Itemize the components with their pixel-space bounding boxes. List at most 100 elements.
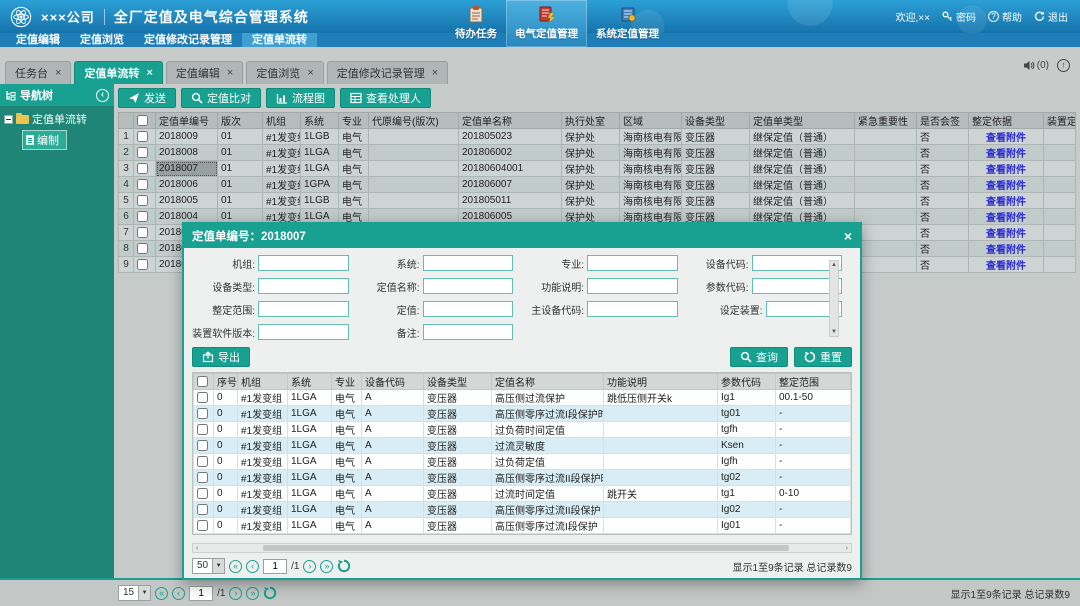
table-row[interactable]: 0 #1发变组 1LGA 电气 A 变压器 高压侧零序过流II段保护时间 tg0…: [194, 470, 851, 486]
page-size-select[interactable]: 50 ▼: [192, 558, 225, 574]
form-field-input[interactable]: [423, 255, 514, 271]
next-page-button[interactable]: ›: [229, 587, 242, 600]
flowchart-button[interactable]: 流程图: [266, 88, 335, 108]
page-size-select[interactable]: 15 ▼: [118, 585, 151, 601]
next-page-button[interactable]: ›: [303, 560, 316, 573]
view-attachment-link[interactable]: 查看附件: [972, 241, 1040, 256]
row-checkbox[interactable]: [197, 408, 208, 419]
first-page-button[interactable]: «: [229, 560, 242, 573]
module-system-setting[interactable]: 系统定值管理: [587, 0, 668, 47]
last-page-button[interactable]: »: [246, 587, 259, 600]
refresh-button[interactable]: [337, 559, 351, 573]
view-attachment-link[interactable]: 查看附件: [972, 257, 1040, 272]
send-button[interactable]: 发送: [118, 88, 176, 108]
logout-link[interactable]: 退出: [1034, 9, 1068, 24]
scroll-right-icon[interactable]: ›: [846, 545, 848, 552]
table-row[interactable]: 0 #1发变组 1LGA 电气 A 变压器 过负荷定值 Igfh -: [194, 454, 851, 470]
form-field-input[interactable]: [258, 324, 349, 340]
table-row[interactable]: 3 2018007 01 #1发变组 1LGA 电气 20180604001 保…: [119, 161, 1076, 177]
collapse-sidebar-icon[interactable]: ‹: [96, 89, 109, 102]
table-row[interactable]: 0 #1发变组 1LGA 电气 A 变压器 过流灵敏度 Ksen -: [194, 438, 851, 454]
prev-page-button[interactable]: ‹: [172, 587, 185, 600]
row-checkbox[interactable]: [197, 504, 208, 515]
row-checkbox[interactable]: [137, 211, 148, 222]
expand-icon[interactable]: ↑: [1057, 59, 1070, 72]
tree-node-compile[interactable]: 编制: [22, 130, 67, 150]
reset-button[interactable]: 重置: [794, 347, 852, 367]
table-row[interactable]: 2 2018008 01 #1发变组 1LGA 电气 201806002 保护处…: [119, 145, 1076, 161]
row-checkbox[interactable]: [197, 392, 208, 403]
view-attachment-link[interactable]: 查看附件: [972, 193, 1040, 208]
row-checkbox[interactable]: [197, 456, 208, 467]
row-checkbox[interactable]: [197, 440, 208, 451]
horizontal-scrollbar[interactable]: ‹ ›: [192, 543, 852, 553]
view-attachment-link[interactable]: 查看附件: [972, 225, 1040, 240]
tree-expander-icon[interactable]: [4, 115, 13, 124]
form-scrollbar[interactable]: ▲ ▼: [829, 260, 839, 337]
form-field-input[interactable]: [423, 278, 514, 294]
table-row[interactable]: 1 2018009 01 #1发变组 1LGB 电气 201805023 保护处…: [119, 129, 1076, 145]
row-checkbox[interactable]: [197, 472, 208, 483]
tab[interactable]: 定值修改记录管理 ×: [327, 61, 448, 84]
row-checkbox[interactable]: [137, 147, 148, 158]
view-attachment-link[interactable]: 查看附件: [972, 209, 1040, 224]
select-all-checkbox[interactable]: [197, 376, 208, 387]
form-field-input[interactable]: [423, 301, 514, 317]
row-checkbox[interactable]: [197, 520, 208, 531]
view-attachment-link[interactable]: 查看附件: [972, 161, 1040, 176]
tab-close-icon[interactable]: ×: [146, 67, 152, 79]
table-row[interactable]: 0 #1发变组 1LGA 电气 A 变压器 高压侧零序过流I段保护 Ig01 -: [194, 518, 851, 534]
table-row[interactable]: 0 #1发变组 1LGA 电气 A 变压器 高压侧零序过流II段保护 Ig02 …: [194, 502, 851, 518]
compare-button[interactable]: 定值比对: [181, 88, 261, 108]
last-page-button[interactable]: »: [320, 560, 333, 573]
form-field-input[interactable]: [258, 278, 349, 294]
form-field-input[interactable]: [258, 301, 349, 317]
menu-item[interactable]: 定值修改记录管理: [134, 33, 242, 47]
row-checkbox[interactable]: [137, 195, 148, 206]
scroll-up-icon[interactable]: ▲: [831, 261, 837, 269]
form-field-input[interactable]: [587, 255, 678, 271]
form-field-input[interactable]: [587, 278, 678, 294]
tab[interactable]: 定值单流转 ×: [74, 61, 162, 84]
page-number-input[interactable]: [263, 559, 287, 574]
module-electrical-setting[interactable]: 电气定值管理: [506, 0, 587, 47]
tab-close-icon[interactable]: ×: [432, 67, 438, 79]
row-checkbox[interactable]: [137, 243, 148, 254]
row-checkbox[interactable]: [137, 179, 148, 190]
help-link[interactable]: ? 帮助: [988, 9, 1022, 24]
module-todo-tasks[interactable]: 待办任务: [446, 0, 506, 47]
menu-item[interactable]: 定值编辑: [6, 33, 70, 47]
view-attachment-link[interactable]: 查看附件: [972, 145, 1040, 160]
tab-close-icon[interactable]: ×: [227, 67, 233, 79]
table-row[interactable]: 0 #1发变组 1LGA 电气 A 变压器 高压侧过流保护 跳低压侧开关k Ig…: [194, 390, 851, 406]
select-all-checkbox[interactable]: [137, 115, 148, 126]
tab[interactable]: 定值编辑 ×: [166, 61, 243, 84]
row-checkbox[interactable]: [197, 424, 208, 435]
row-checkbox[interactable]: [137, 227, 148, 238]
query-button[interactable]: 查询: [730, 347, 788, 367]
row-checkbox[interactable]: [197, 488, 208, 499]
tab[interactable]: 任务台 ×: [5, 61, 71, 84]
table-row[interactable]: 4 2018006 01 #1发变组 1GPA 电气 201806007 保护处…: [119, 177, 1076, 193]
page-number-input[interactable]: [189, 586, 213, 601]
form-field-input[interactable]: [587, 301, 678, 317]
row-checkbox[interactable]: [137, 259, 148, 270]
tab-close-icon[interactable]: ×: [307, 67, 313, 79]
form-field-input[interactable]: [423, 324, 514, 340]
tab[interactable]: 定值浏览 ×: [246, 61, 323, 84]
view-attachment-link[interactable]: 查看附件: [972, 177, 1040, 192]
row-checkbox[interactable]: [137, 163, 148, 174]
tab-close-icon[interactable]: ×: [55, 67, 61, 79]
prev-page-button[interactable]: ‹: [246, 560, 259, 573]
refresh-button[interactable]: [263, 586, 277, 600]
view-handler-button[interactable]: 查看处理人: [340, 88, 431, 108]
notification-sound[interactable]: (0): [1023, 60, 1049, 71]
scroll-left-icon[interactable]: ‹: [196, 545, 198, 552]
table-row[interactable]: 5 2018005 01 #1发变组 1LGB 电气 201805011 保护处…: [119, 193, 1076, 209]
close-icon[interactable]: ×: [844, 229, 852, 243]
password-link[interactable]: 密码: [942, 9, 976, 24]
tree-node-root[interactable]: 定值单流转: [4, 111, 110, 127]
menu-item[interactable]: 定值单流转: [242, 33, 317, 47]
row-checkbox[interactable]: [137, 131, 148, 142]
form-field-input[interactable]: [258, 255, 349, 271]
